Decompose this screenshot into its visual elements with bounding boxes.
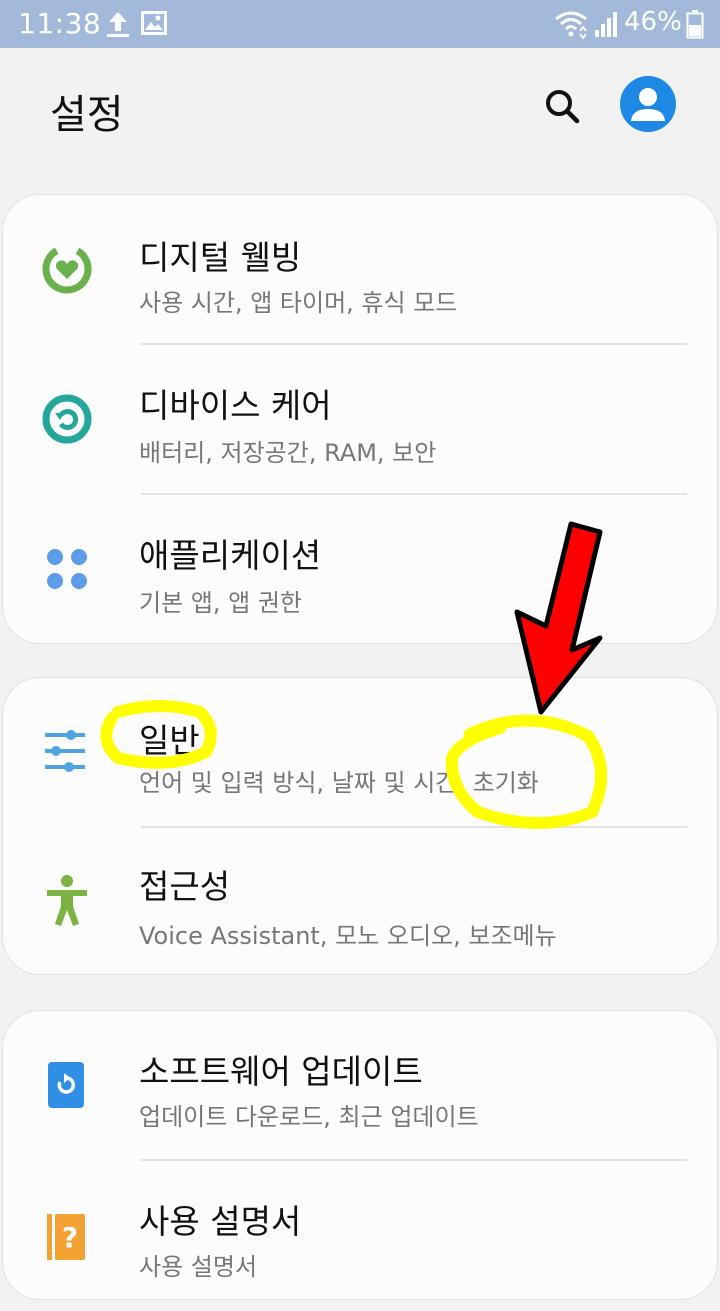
item-title: 소프트웨어 업데이트 — [139, 1052, 423, 1091]
status-bar: 11:38 46% — [0, 0, 720, 48]
header: 설정 — [0, 48, 720, 168]
item-title: 디바이스 케어 — [139, 386, 332, 425]
item-title: 애플리케이션 — [139, 536, 322, 575]
wifi-icon — [555, 11, 587, 39]
signal-icon — [595, 12, 617, 37]
item-title: 일반 — [139, 721, 200, 760]
sliders-icon — [45, 730, 85, 772]
setting-item-accessibility[interactable]: 접근성 Voice Assistant, 모노 오디오, 보조메뉴 — [3, 828, 719, 978]
item-subtitle: 배터리, 저장공간, RAM, 보안 — [139, 439, 437, 467]
accessibility-icon — [47, 875, 87, 926]
item-subtitle: Voice Assistant, 모노 오디오, 보조메뉴 — [139, 922, 557, 950]
setting-item-software-update[interactable]: 소프트웨어 업데이트 업데이트 다운로드, 최근 업데이트 — [3, 1011, 719, 1161]
digital-wellbeing-icon — [42, 244, 92, 294]
item-subtitle: 사용 시간, 앱 타이머, 휴식 모드 — [139, 289, 458, 317]
setting-item-digital-wellbeing[interactable]: 디지털 웰빙 사용 시간, 앱 타이머, 휴식 모드 — [3, 195, 719, 345]
account-avatar-button[interactable] — [620, 76, 676, 132]
setting-item-user-manual[interactable]: ? 사용 설명서 사용 설명서 — [3, 1161, 719, 1311]
settings-card-2: 일반 언어 및 입력 방식, 날짜 및 시간, 초기화 접근성 Voice As… — [2, 677, 718, 975]
item-subtitle: 기본 앱, 앱 권한 — [139, 589, 302, 617]
device-care-icon — [42, 394, 92, 444]
user-manual-icon: ? — [47, 1214, 85, 1260]
software-update-icon — [48, 1062, 84, 1108]
svg-text:?: ? — [62, 1221, 78, 1254]
search-icon — [546, 90, 580, 124]
battery-percentage: 46% — [624, 7, 682, 37]
setting-item-device-care[interactable]: 디바이스 케어 배터리, 저장공간, RAM, 보안 — [3, 345, 719, 495]
page-title: 설정 — [50, 92, 124, 138]
item-subtitle: 사용 설명서 — [139, 1253, 258, 1281]
person-icon — [631, 88, 665, 121]
item-title: 접근성 — [139, 867, 231, 906]
upload-icon — [107, 12, 129, 37]
item-subtitle: 언어 및 입력 방식, 날짜 및 시간, 초기화 — [139, 769, 539, 797]
setting-item-applications[interactable]: 애플리케이션 기본 앱, 앱 권한 — [3, 495, 719, 645]
battery-icon — [686, 10, 704, 39]
item-subtitle: 업데이트 다운로드, 최근 업데이트 — [139, 1103, 479, 1131]
setting-item-general[interactable]: 일반 언어 및 입력 방식, 날짜 및 시간, 초기화 — [3, 678, 719, 828]
settings-card-1: 디지털 웰빙 사용 시간, 앱 타이머, 휴식 모드 디바이스 케어 배터리, … — [2, 194, 718, 644]
settings-card-3: 소프트웨어 업데이트 업데이트 다운로드, 최근 업데이트 ? 사용 설명서 사… — [2, 1010, 718, 1300]
item-title: 사용 설명서 — [139, 1202, 302, 1241]
item-title: 디지털 웰빙 — [139, 238, 302, 277]
search-button[interactable] — [536, 80, 588, 132]
status-time: 11:38 — [18, 7, 102, 40]
apps-icon — [47, 549, 87, 589]
gallery-icon — [141, 11, 167, 35]
